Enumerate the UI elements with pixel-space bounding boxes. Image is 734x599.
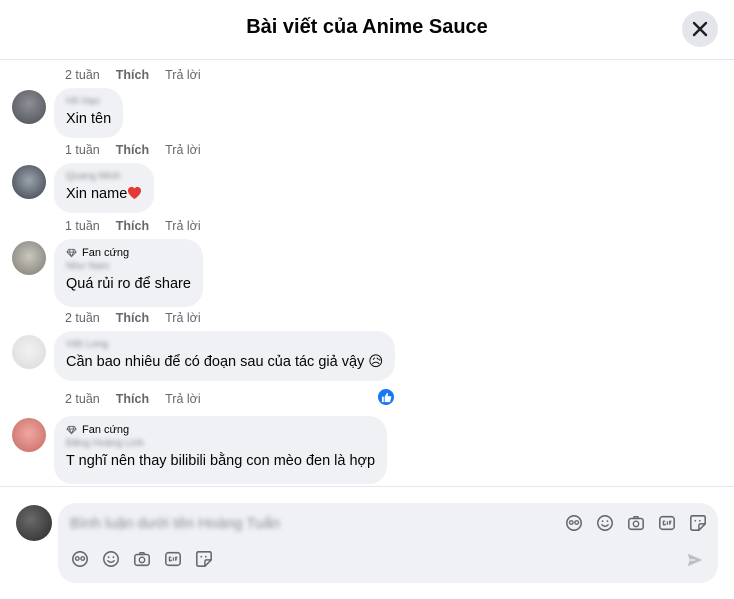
comment-text: Xin tên xyxy=(66,111,112,127)
comment-actions: 1 tuần Thích Trả lời xyxy=(65,219,217,233)
current-user-avatar[interactable] xyxy=(16,505,52,541)
reply-link[interactable]: Trả lời xyxy=(165,143,201,157)
like-link[interactable]: Thích xyxy=(116,311,149,325)
comment-text: Xin name xyxy=(66,186,142,202)
avatar[interactable] xyxy=(12,241,46,275)
comment-bubble: Fan cứng Như Nam Quá rủi ro để share xyxy=(54,239,203,307)
commenter-name[interactable]: Quang Minh xyxy=(66,171,142,183)
reply-link[interactable]: Trả lời xyxy=(165,68,201,82)
like-link[interactable]: Thích xyxy=(116,143,149,157)
sticker-icon xyxy=(196,551,212,567)
sticker-button[interactable] xyxy=(688,513,708,533)
emoji-icon xyxy=(103,551,119,567)
comment-time: 2 tuần xyxy=(65,392,100,406)
comment-bubble: Fan cứng Đăng Hoàng Linh T nghĩ nên thay… xyxy=(54,416,388,484)
avatar[interactable] xyxy=(12,418,46,452)
heart-icon xyxy=(128,186,142,200)
sticker-icon xyxy=(690,515,706,531)
composer-icons-top xyxy=(564,513,708,533)
avatar[interactable] xyxy=(12,165,46,199)
top-fan-badge: Fan cứng xyxy=(66,424,375,436)
comment-input-placeholder: Bình luận dưới tên Hoàng Tuấn xyxy=(70,515,281,532)
comment-actions: 2 tuần Thích Trả lời xyxy=(65,68,217,82)
like-link[interactable]: Thích xyxy=(116,219,149,233)
emoji-icon xyxy=(597,515,613,531)
badge-label: Fan cứng xyxy=(82,247,130,259)
camera-icon xyxy=(134,551,150,567)
comment-text: Cần bao nhiêu để có đoạn sau của tác giả… xyxy=(66,354,384,370)
commenter-name[interactable]: Việt Long xyxy=(66,339,383,351)
reply-link[interactable]: Trả lời xyxy=(165,219,201,233)
like-link[interactable]: Thích xyxy=(116,68,149,82)
composer-icons-bottom xyxy=(70,549,214,569)
send-icon xyxy=(687,553,703,567)
comment-actions: 2 tuần Thích Trả lời xyxy=(65,392,217,406)
diamond-icon xyxy=(66,248,77,258)
camera-icon xyxy=(628,515,644,531)
like-icon xyxy=(381,392,391,402)
avatar-sticker-button[interactable] xyxy=(70,549,90,569)
comment-actions: 2 tuần Thích Trả lời xyxy=(65,311,217,325)
comment-time: 1 tuần xyxy=(65,143,100,157)
like-link[interactable]: Thích xyxy=(116,392,149,406)
top-fan-badge: Fan cứng xyxy=(66,247,191,259)
reaction-count[interactable] xyxy=(376,387,396,407)
comment-composer-area: Bình luận dưới tên Hoàng Tuấn xyxy=(0,486,734,599)
avatar[interactable] xyxy=(12,335,46,369)
gif-icon xyxy=(659,515,675,531)
close-button[interactable] xyxy=(682,11,718,47)
gif-button[interactable] xyxy=(657,513,677,533)
sticker-button[interactable] xyxy=(194,549,214,569)
reply-link[interactable]: Trả lời xyxy=(165,392,201,406)
diamond-icon xyxy=(66,425,77,435)
comment-bubble: Quang Minh Xin name xyxy=(54,163,155,213)
dialog-title: Bài viết của Anime Sauce xyxy=(246,16,488,38)
commenter-name[interactable]: Đăng Hoàng Linh xyxy=(66,438,375,450)
commenter-name[interactable]: Như Nam xyxy=(66,261,191,273)
close-icon xyxy=(692,21,708,37)
reply-link[interactable]: Trả lời xyxy=(165,311,201,325)
camera-button[interactable] xyxy=(132,549,152,569)
gif-icon xyxy=(165,551,181,567)
comment-bubble: Việt Long Cần bao nhiêu để có đoạn sau c… xyxy=(54,331,396,381)
emoji-button[interactable] xyxy=(595,513,615,533)
comment-time: 2 tuần xyxy=(65,311,100,325)
comment-text: Quá rủi ro để share xyxy=(66,276,191,292)
comment-actions: 1 tuần Thích Trả lời xyxy=(65,143,217,157)
comment-time: 1 tuần xyxy=(65,219,100,233)
avatar-sticker-icon xyxy=(72,551,88,567)
comment-list[interactable]: 2 tuần Thích Trả lời Hồ Hạo Xin tên 1 tu… xyxy=(0,60,734,485)
avatar-sticker-button[interactable] xyxy=(564,513,584,533)
commenter-name[interactable]: Hồ Hạo xyxy=(66,96,111,108)
comment-input[interactable]: Bình luận dưới tên Hoàng Tuấn xyxy=(58,503,718,583)
comment-text: T nghĩ nên thay bilibili bằng con mèo đe… xyxy=(66,453,376,469)
comment-bubble: Hồ Hạo Xin tên xyxy=(54,88,124,138)
gif-button[interactable] xyxy=(163,549,183,569)
emoji-button[interactable] xyxy=(101,549,121,569)
avatar-sticker-icon xyxy=(566,515,582,531)
avatar[interactable] xyxy=(12,90,46,124)
camera-button[interactable] xyxy=(626,513,646,533)
send-button[interactable] xyxy=(686,551,704,574)
comment-text-value: Xin name xyxy=(66,186,128,202)
comment-time: 2 tuần xyxy=(65,68,100,82)
dialog-header: Bài viết của Anime Sauce xyxy=(0,0,734,60)
badge-label: Fan cứng xyxy=(82,424,130,436)
